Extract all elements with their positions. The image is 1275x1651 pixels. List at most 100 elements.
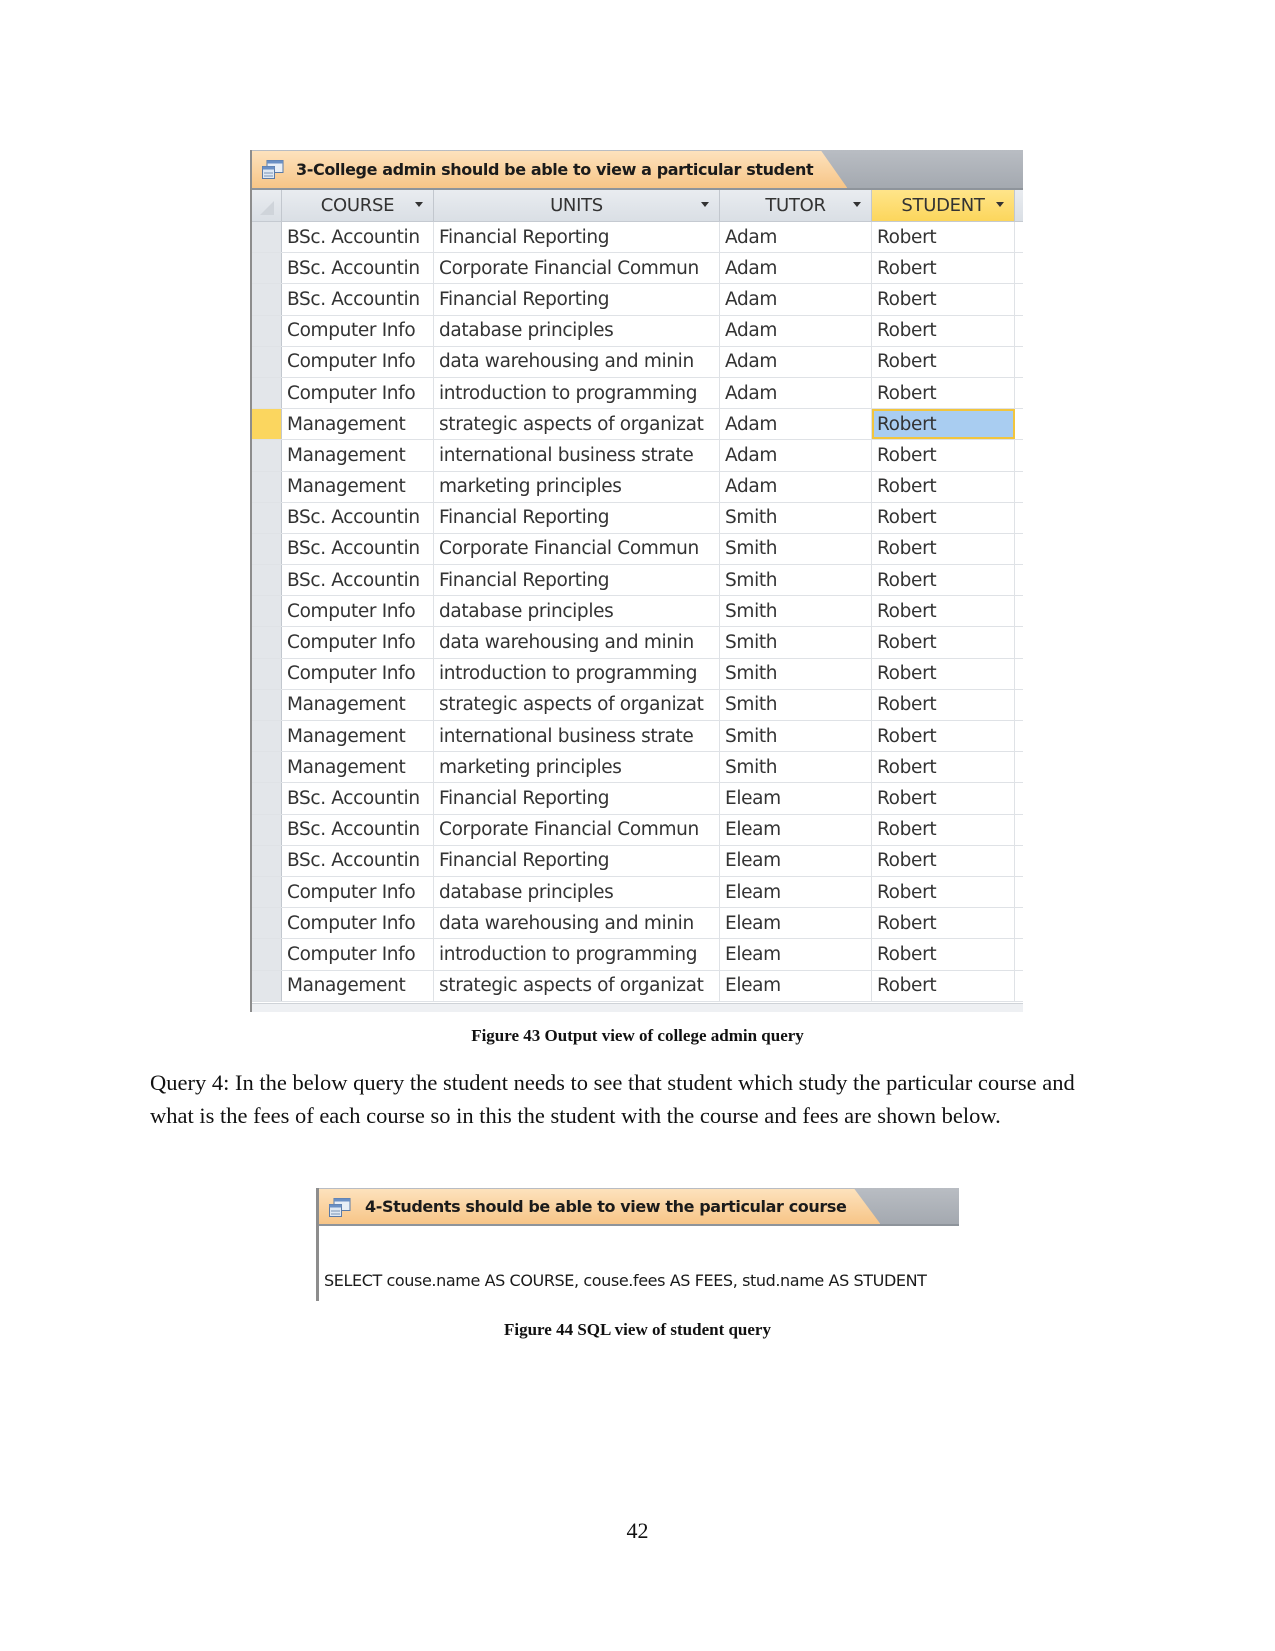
cell-course[interactable]: BSc. Accountin [282,565,434,596]
cell-course[interactable]: BSc. Accountin [282,253,434,284]
table-row[interactable]: Computer Info introduction to programming… [252,939,1023,971]
cell-student[interactable]: Robert [872,876,1015,908]
table-row[interactable]: BSc. Accountin Corporate Financial Commun… [252,253,1023,285]
cell-student[interactable]: Robert [872,845,1015,876]
cell-tutor[interactable]: Eleam [720,970,872,1001]
row-selector[interactable] [252,752,282,783]
table-row[interactable]: BSc. Accountin Financial Reporting Eleam Ro… [252,783,1023,815]
cell-course[interactable]: Management [282,689,434,720]
cell-units[interactable]: Financial Reporting [434,284,720,315]
cell-student[interactable]: Robert [872,533,1015,565]
cell-units[interactable]: data warehousing and minin [434,627,720,658]
table-row[interactable]: Management strategic aspects of organizat… [252,409,1023,441]
table-row[interactable]: Computer Info database principles Eleam Rob… [252,876,1023,909]
cell-student[interactable]: Robert [872,627,1015,658]
cell-units[interactable]: strategic aspects of organizat [434,970,720,1001]
cell-student[interactable]: Robert [872,908,1015,939]
cell-units[interactable]: Financial Reporting [434,565,720,596]
cell-units[interactable]: strategic aspects of organizat [434,689,720,720]
cell-tutor[interactable]: Adam [720,471,872,502]
row-selector[interactable] [252,409,282,440]
cell-tutor[interactable]: Adam [720,315,872,346]
row-selector[interactable] [252,939,282,970]
cell-units[interactable]: introduction to programming [434,658,720,689]
horizontal-scrollbar[interactable] [252,1003,1023,1012]
cell-tutor[interactable]: Adam [720,409,872,440]
table-row[interactable]: BSc. Accountin Financial Reporting Eleam Ro… [252,845,1023,877]
row-selector[interactable] [252,783,282,814]
column-header-course[interactable]: COURSE [282,190,434,221]
cell-course[interactable]: Management [282,752,434,783]
row-selector[interactable] [252,253,282,284]
table-row[interactable]: Management international business strate A… [252,440,1023,472]
cell-units[interactable]: introduction to programming [434,377,720,409]
cell-tutor[interactable]: Eleam [720,939,872,970]
cell-tutor[interactable]: Smith [720,752,872,783]
table-row[interactable]: BSc. Accountin Corporate Financial Commun… [252,814,1023,846]
cell-student[interactable]: Robert [872,752,1015,783]
row-selector[interactable] [252,471,282,502]
row-selector[interactable] [252,346,282,377]
cell-course[interactable]: BSc. Accountin [282,533,434,565]
row-selector[interactable] [252,627,282,658]
dropdown-arrow-icon[interactable] [853,202,861,207]
cell-units[interactable]: database principles [434,596,720,627]
cell-tutor[interactable]: Adam [720,253,872,284]
cell-units[interactable]: international business strate [434,440,720,471]
cell-tutor[interactable]: Smith [720,596,872,627]
cell-student[interactable]: Robert [872,970,1015,1001]
cell-tutor[interactable]: Adam [720,377,872,409]
table-row[interactable]: BSc. Accountin Financial Reporting Adam Rob… [252,222,1023,254]
cell-units[interactable]: Financial Reporting [434,783,720,814]
cell-student[interactable]: Robert [872,222,1015,253]
cell-course[interactable]: Management [282,409,434,440]
cell-units[interactable]: Corporate Financial Commun [434,253,720,284]
table-row[interactable]: Computer Info database principles Smith Rob… [252,596,1023,628]
query-tab-college-admin[interactable]: 3-College admin should be able to view a… [252,151,847,188]
cell-tutor[interactable]: Smith [720,533,872,565]
cell-units[interactable]: marketing principles [434,471,720,502]
table-row[interactable]: Management strategic aspects of organizat… [252,689,1023,721]
table-row[interactable]: Computer Info data warehousing and minin E… [252,908,1023,940]
cell-student[interactable]: Robert [872,346,1015,377]
query-tab-students[interactable]: 4-Students should be able to view the pa… [319,1189,880,1224]
cell-course[interactable]: Management [282,970,434,1001]
cell-course[interactable]: BSc. Accountin [282,222,434,253]
row-selector[interactable] [252,377,282,409]
cell-student[interactable]: Robert [872,721,1015,752]
cell-units[interactable]: Financial Reporting [434,502,720,533]
cell-student[interactable]: Robert [872,409,1015,440]
table-row[interactable]: BSc. Accountin Financial Reporting Smith Ro… [252,565,1023,597]
column-header-student[interactable]: STUDENT [872,190,1015,221]
row-selector[interactable] [252,502,282,533]
cell-student[interactable]: Robert [872,658,1015,689]
cell-units[interactable]: marketing principles [434,752,720,783]
cell-student[interactable]: Robert [872,284,1015,315]
cell-tutor[interactable]: Smith [720,721,872,752]
cell-course[interactable]: Computer Info [282,596,434,627]
select-all-corner[interactable] [252,190,282,221]
table-row[interactable]: Management marketing principles Adam Robert [252,471,1023,503]
row-selector[interactable] [252,845,282,876]
row-selector[interactable] [252,658,282,689]
cell-units[interactable]: introduction to programming [434,939,720,970]
cell-student[interactable]: Robert [872,596,1015,627]
cell-tutor[interactable]: Smith [720,502,872,533]
cell-units[interactable]: Corporate Financial Commun [434,814,720,845]
cell-student[interactable]: Robert [872,689,1015,720]
cell-tutor[interactable]: Adam [720,284,872,315]
dropdown-arrow-icon[interactable] [415,202,423,207]
row-selector[interactable] [252,876,282,908]
cell-student[interactable]: Robert [872,471,1015,502]
row-selector[interactable] [252,284,282,315]
cell-course[interactable]: BSc. Accountin [282,284,434,315]
cell-tutor[interactable]: Smith [720,565,872,596]
cell-student[interactable]: Robert [872,440,1015,471]
row-selector[interactable] [252,565,282,596]
cell-student[interactable]: Robert [872,315,1015,346]
cell-tutor[interactable]: Eleam [720,783,872,814]
row-selector[interactable] [252,689,282,720]
cell-course[interactable]: BSc. Accountin [282,783,434,814]
row-selector[interactable] [252,970,282,1001]
table-row[interactable]: Computer Info database principles Adam Robe… [252,315,1023,347]
